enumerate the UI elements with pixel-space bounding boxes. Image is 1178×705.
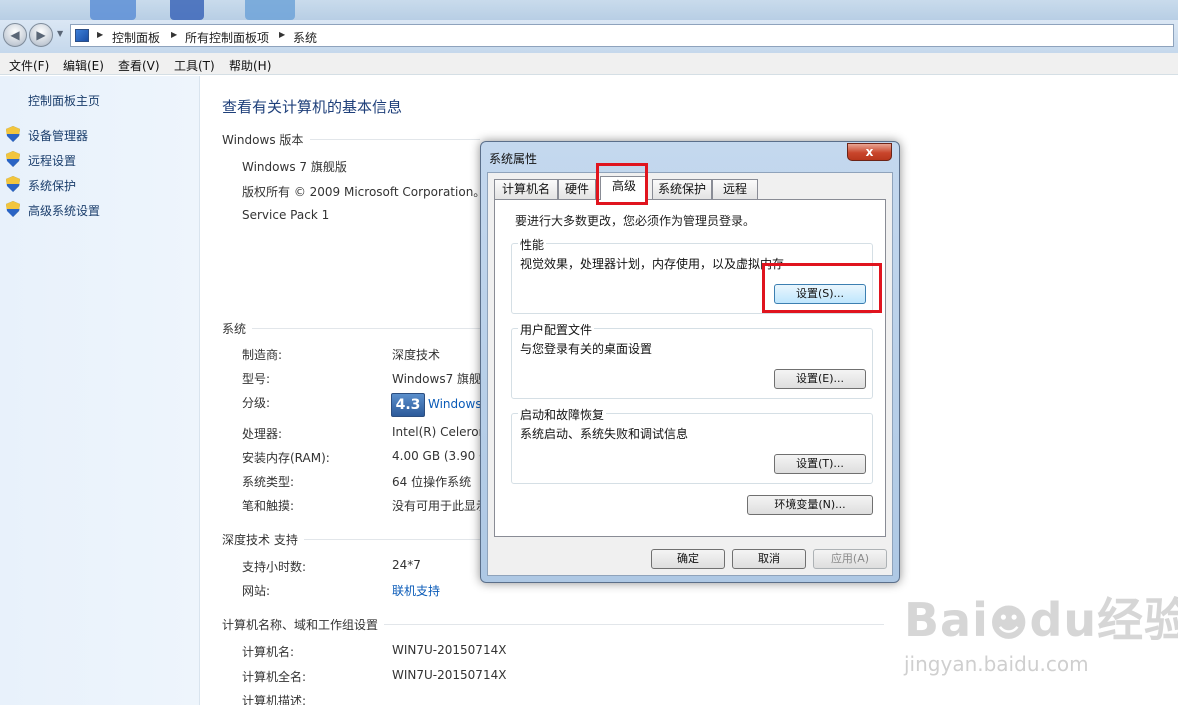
left-nav-pane: 控制面板主页 设备管理器 远程设置 系统保护 高级系统设置 [0, 76, 200, 705]
forward-button[interactable]: ▶ [29, 23, 53, 47]
left-link-remote-settings[interactable]: 远程设置 [28, 152, 76, 169]
system-label-ram: 安装内存(RAM): [242, 451, 330, 465]
menu-help[interactable]: 帮助(H) [229, 57, 271, 74]
support-label-hours: 支持小时数: [242, 560, 307, 574]
performance-group-desc: 视觉效果，处理器计划，内存使用，以及虚拟内存 [520, 257, 785, 271]
left-link-system-protection[interactable]: 系统保护 [28, 177, 76, 194]
dialog-title: 系统属性 [489, 152, 538, 166]
tab-computer-name[interactable]: 计算机名 [494, 179, 558, 199]
left-link-advanced-settings[interactable]: 高级系统设置 [28, 202, 100, 219]
control-panel-home-link[interactable]: 控制面板主页 [28, 92, 100, 109]
shield-icon [6, 151, 20, 167]
shield-icon [6, 176, 20, 192]
tab-hardware[interactable]: 硬件 [558, 179, 596, 199]
computer-label-description: 计算机描述: [242, 694, 307, 705]
baidu-watermark-logo: Bai☻du经验 [904, 593, 1178, 647]
support-label-website: 网站: [242, 584, 271, 598]
user-profiles-group-title: 用户配置文件 [518, 321, 595, 338]
menu-view[interactable]: 查看(V) [118, 57, 160, 74]
menu-file[interactable]: 文件(F) [9, 57, 49, 74]
breadcrumb-chevron-icon[interactable]: ▶ [279, 30, 285, 39]
shield-icon [6, 126, 20, 142]
close-icon[interactable]: x [847, 143, 892, 161]
paw-icon: ☻ [988, 601, 1030, 645]
dialog-body: 计算机名 硬件 高级 系统保护 远程 要进行大多数更改，您必须作为管理员登录。 … [487, 172, 893, 576]
user-profiles-group-desc: 与您登录有关的桌面设置 [520, 342, 653, 356]
system-value-type: 64 位操作系统 [392, 475, 472, 489]
back-button[interactable]: ◀ [3, 23, 27, 47]
system-value-ram: 4.00 GB (3.90 G [392, 449, 480, 463]
menu-bar: 文件(F) 编辑(E) 查看(V) 工具(T) 帮助(H) [0, 53, 1178, 75]
service-pack-text: Service Pack 1 [242, 208, 330, 222]
page-title: 查看有关计算机的基本信息 [222, 98, 403, 116]
breadcrumb-chevron-icon[interactable]: ▶ [97, 30, 103, 39]
system-value-manufacturer: 深度技术 [392, 348, 441, 362]
support-value-hours: 24*7 [392, 558, 421, 572]
startup-recovery-group: 启动和故障恢复 系统启动、系统失败和调试信息 设置(T)... [511, 406, 873, 484]
breadcrumb-chevron-icon[interactable]: ▶ [171, 30, 177, 39]
background-icon-blur [245, 0, 295, 20]
system-heading: 系统 [222, 322, 247, 336]
system-label-pen-touch: 笔和触摸: [242, 499, 295, 513]
breadcrumb-system[interactable]: 系统 [293, 29, 317, 46]
system-value-pen-touch: 没有可用于此显示 [392, 499, 480, 513]
breadcrumb-all-items[interactable]: 所有控制面板项 [185, 29, 269, 46]
breadcrumb-control-panel[interactable]: 控制面板 [112, 29, 160, 46]
experience-index-badge[interactable]: 4.3 [391, 393, 425, 417]
computer-value-name: WIN7U-20150714X [392, 643, 507, 657]
computer-label-name: 计算机名: [242, 645, 295, 659]
menu-tools[interactable]: 工具(T) [174, 57, 215, 74]
ok-button[interactable]: 确定 [651, 549, 725, 569]
menu-edit[interactable]: 编辑(E) [63, 57, 104, 74]
history-dropdown-icon[interactable]: ▼ [57, 29, 63, 38]
windows-edition-heading: Windows 版本 [222, 133, 304, 147]
system-value-model: Windows7 旗舰版 [392, 372, 480, 386]
left-link-device-manager[interactable]: 设备管理器 [28, 127, 88, 144]
performance-group-title: 性能 [518, 236, 547, 253]
startup-recovery-group-desc: 系统启动、系统失败和调试信息 [520, 427, 689, 441]
divider [304, 539, 480, 540]
experience-index-link[interactable]: Windows [428, 397, 482, 411]
window-title-bar [0, 0, 1178, 22]
background-icon-blur [170, 0, 204, 20]
apply-button: 应用(A) [813, 549, 887, 569]
tab-remote[interactable]: 远程 [712, 179, 758, 199]
system-label-type: 系统类型: [242, 475, 295, 489]
user-profiles-group: 用户配置文件 与您登录有关的桌面设置 设置(E)... [511, 321, 873, 399]
computer-value-fullname: WIN7U-20150714X [392, 668, 507, 682]
system-label-manufacturer: 制造商: [242, 348, 283, 362]
address-box[interactable]: ▶ 控制面板 ▶ 所有控制面板项 ▶ 系统 [70, 24, 1174, 47]
background-icon-blur [90, 0, 136, 20]
highlight-performance-settings [762, 263, 882, 313]
shield-icon [6, 201, 20, 217]
address-bar-area: ◀ ▶ ▼ ▶ 控制面板 ▶ 所有控制面板项 ▶ 系统 [0, 20, 1178, 53]
divider [384, 624, 884, 625]
divider [310, 139, 480, 140]
startup-recovery-group-title: 启动和故障恢复 [518, 406, 607, 423]
divider [252, 328, 480, 329]
copyright-text: 版权所有 © 2009 Microsoft Corporation。 [242, 185, 486, 199]
system-properties-dialog: 系统属性 x 计算机名 硬件 高级 系统保护 远程 要进行大多数更改，您必须作为… [480, 141, 900, 583]
computer-name-heading: 计算机名称、域和工作组设置 [222, 618, 379, 632]
environment-variables-button[interactable]: 环境变量(N)... [747, 495, 873, 515]
online-support-link[interactable]: 联机支持 [392, 582, 440, 599]
support-heading: 深度技术 支持 [222, 533, 298, 547]
system-label-model: 型号: [242, 372, 271, 386]
control-panel-icon [75, 29, 89, 42]
system-label-rating: 分级: [242, 396, 271, 410]
advanced-tab-panel: 要进行大多数更改，您必须作为管理员登录。 性能 视觉效果，处理器计划，内存使用，… [494, 199, 886, 537]
admin-note: 要进行大多数更改，您必须作为管理员登录。 [515, 214, 756, 228]
user-profiles-settings-button[interactable]: 设置(E)... [774, 369, 866, 389]
computer-label-fullname: 计算机全名: [242, 670, 307, 684]
cancel-button[interactable]: 取消 [732, 549, 806, 569]
highlight-advanced-tab [596, 163, 648, 205]
windows-edition-value: Windows 7 旗舰版 [242, 160, 347, 174]
system-value-processor: Intel(R) Celeron [392, 425, 480, 439]
startup-recovery-settings-button[interactable]: 设置(T)... [774, 454, 866, 474]
tab-system-protection[interactable]: 系统保护 [652, 179, 712, 199]
baidu-watermark-url: jingyan.baidu.com [904, 652, 1089, 676]
system-label-processor: 处理器: [242, 427, 283, 441]
